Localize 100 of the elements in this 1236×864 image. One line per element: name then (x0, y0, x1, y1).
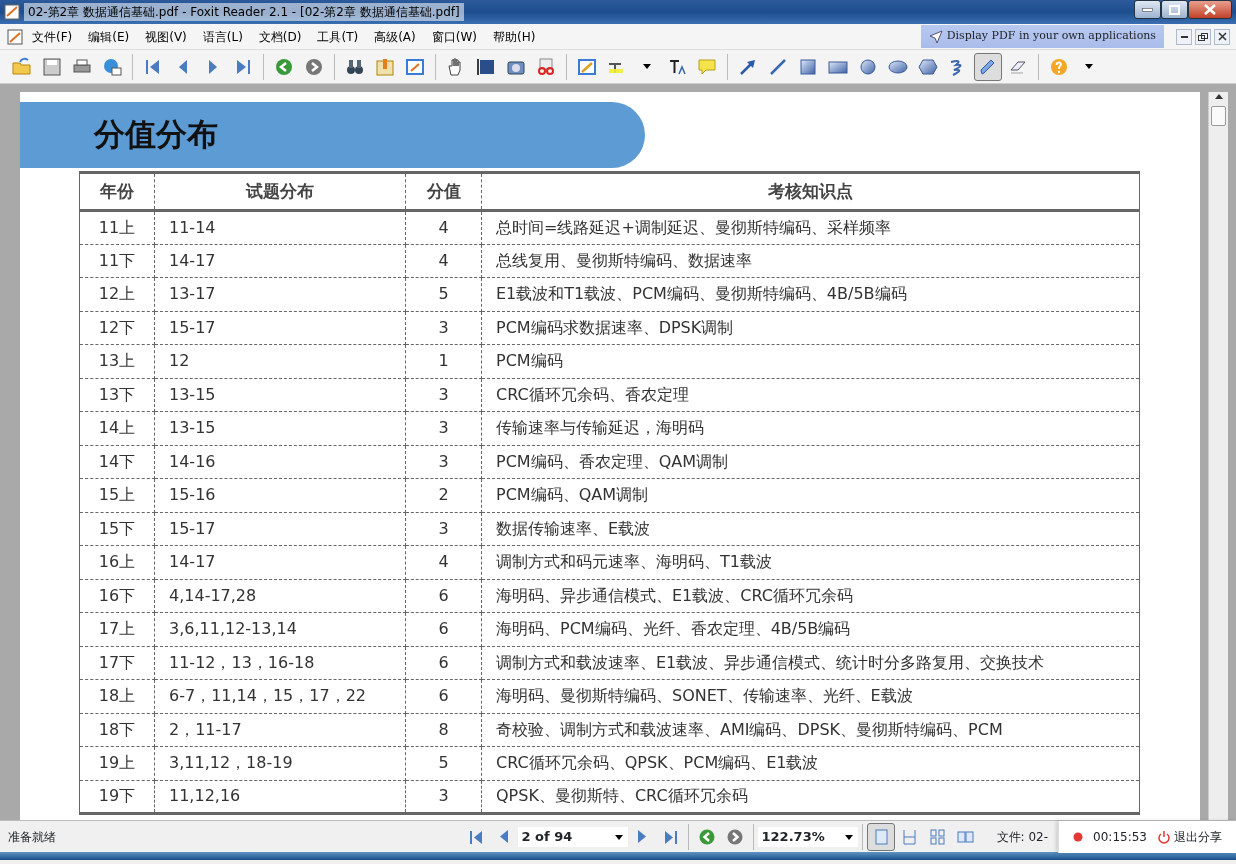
table-cell: 11,12,16 (154, 780, 406, 814)
window-title: 02-第2章 数据通信基础.pdf - Foxit Reader 2.1 - [02-第2章 数据通信基础.pdf] (24, 3, 464, 21)
table-cell: 2 (405, 478, 482, 512)
table-cell: 1 (405, 344, 482, 378)
minimize-button[interactable] (1176, 28, 1192, 45)
menu-item[interactable]: 高级(A) (366, 25, 424, 48)
table-cell: 3 (405, 378, 482, 412)
minimize-button[interactable] (1134, 0, 1161, 19)
table-cell: 3 (405, 311, 482, 345)
table-cell: 19下 (79, 780, 155, 814)
caret-icon (1085, 64, 1093, 69)
close-button[interactable] (1188, 0, 1232, 19)
back-icon (697, 827, 716, 846)
menu-item[interactable]: 语言(L) (194, 25, 251, 48)
table-cell: PCM编码 (481, 344, 1140, 378)
table-cell: 6 (405, 579, 482, 613)
back-icon (274, 56, 294, 77)
table-cell: 数据传输速率、E载波 (481, 512, 1140, 546)
table-cell: 3 (405, 445, 482, 479)
close-icon (1217, 32, 1227, 41)
facing-pages-icon (927, 827, 946, 846)
caret-icon (643, 64, 651, 69)
menu-item[interactable]: 窗口(W) (423, 25, 485, 48)
table-cell: 奇校验、调制方式和载波速率、AMI编码、DPSK、曼彻斯特编码、PCM (481, 713, 1140, 747)
menu-item[interactable]: 文件(F) (24, 25, 81, 48)
pencil-button[interactable] (974, 52, 1002, 81)
menu-item[interactable]: 工具(T) (309, 25, 367, 48)
table-cell: 16下 (79, 579, 155, 613)
scroll-up-icon (1213, 92, 1224, 100)
record-icon (1073, 832, 1084, 842)
edit-icon (577, 56, 597, 77)
table-cell: 15-16 (154, 478, 406, 512)
table-cell: 调制方式和码元速率、海明码、T1载波 (481, 545, 1140, 579)
scrollbar[interactable] (1208, 92, 1228, 820)
menu-item[interactable]: 视图(V) (137, 25, 195, 48)
table-cell: 调制方式和载波速率、E1载波、异步通信模式、统计时分多路复用、交换技术 (481, 646, 1140, 680)
table-cell: 海明码、异步通信模式、E1载波、CRC循环冗余码 (481, 579, 1140, 613)
table-cell: 海明码、PCM编码、光纤、香农定理、4B/5B编码 (481, 612, 1140, 646)
table-cell: 4,14-17,28 (154, 579, 406, 613)
table-cell: 6 (405, 679, 482, 713)
recording-time: 00:15:53 (1093, 829, 1147, 846)
table-cell: 3 (405, 512, 482, 546)
single-page-button[interactable] (866, 822, 895, 851)
table-cell: 17上 (79, 612, 155, 646)
table-cell: 11上 (79, 210, 155, 244)
table-cell: CRC循环冗余码、香农定理 (481, 378, 1140, 412)
status-text: 准备就绪 (8, 828, 56, 846)
stop-sharing-button[interactable]: 退出分享 (1157, 828, 1222, 846)
forward-icon (304, 56, 324, 77)
maximize-icon (1169, 4, 1180, 15)
table-cell: CRC循环冗余码、QPSK、PCM编码、E1载波 (481, 746, 1140, 780)
table-cell: 传输速率与传输延迟，海明码 (481, 411, 1140, 445)
table-cell: 14下 (79, 445, 155, 479)
menu-item[interactable]: 文档(D) (250, 25, 310, 48)
table-cell: 总线复用、曼彻斯特编码、数据速率 (481, 244, 1140, 278)
table-cell: 6 (405, 612, 482, 646)
table-cell: 15-17 (154, 311, 406, 345)
hexagon-icon (918, 56, 938, 77)
table-cell: 11下 (79, 244, 155, 278)
table-cell: 19上 (79, 746, 155, 780)
circle-icon (858, 56, 878, 77)
table-cell: 13-15 (154, 411, 406, 445)
promo-banner[interactable]: Display PDF in your own applications (920, 25, 1164, 48)
table-cell: 14-16 (154, 445, 406, 479)
maximize-button[interactable] (1161, 0, 1188, 19)
scroll-thumb[interactable] (1211, 106, 1226, 126)
table-cell: 3,11,12，18-19 (154, 746, 406, 780)
table-cell: 3 (405, 411, 482, 445)
table-cell: 18下 (79, 713, 155, 747)
table-cell: 12上 (79, 277, 155, 311)
table-cell: 3 (405, 780, 482, 814)
cursor-icon (928, 29, 943, 44)
table-cell: 2，11-17 (154, 713, 406, 747)
table-cell: 4 (405, 244, 482, 278)
table-cell: 8 (405, 713, 482, 747)
table-cell: 14上 (79, 411, 155, 445)
note-icon (697, 56, 717, 77)
help-icon (1049, 56, 1069, 77)
table-cell: 15-17 (154, 512, 406, 546)
table-cell: 14-17 (154, 545, 406, 579)
minimize-icon (1180, 35, 1188, 38)
column-header: 试题分布 (154, 172, 406, 211)
file-label: 文件: 02- (996, 828, 1048, 846)
menu-item[interactable]: 帮助(H) (485, 25, 544, 48)
page-field[interactable]: 2 of 94 (517, 826, 628, 847)
restore-icon (1198, 32, 1208, 41)
table-cell: PCM编码求数据速率、DPSK调制 (481, 311, 1140, 345)
bookmark-icon (375, 56, 395, 77)
table-cell: 6-7，11,14，15，17，22 (154, 679, 406, 713)
table-cell: 15上 (79, 478, 155, 512)
table-cell: 总时间=线路延迟+调制延迟、曼彻斯特编码、采样频率 (481, 210, 1140, 244)
zoom-field[interactable]: 122.73% (757, 826, 858, 847)
glasses-icon (536, 56, 556, 77)
restore-button[interactable] (1195, 28, 1211, 45)
table-cell: 4 (405, 210, 482, 244)
line-icon (768, 56, 788, 77)
document-icon (6, 27, 24, 46)
previous-page-icon (499, 830, 508, 843)
close-button[interactable] (1214, 28, 1230, 45)
menu-item[interactable]: 编辑(E) (80, 25, 138, 48)
